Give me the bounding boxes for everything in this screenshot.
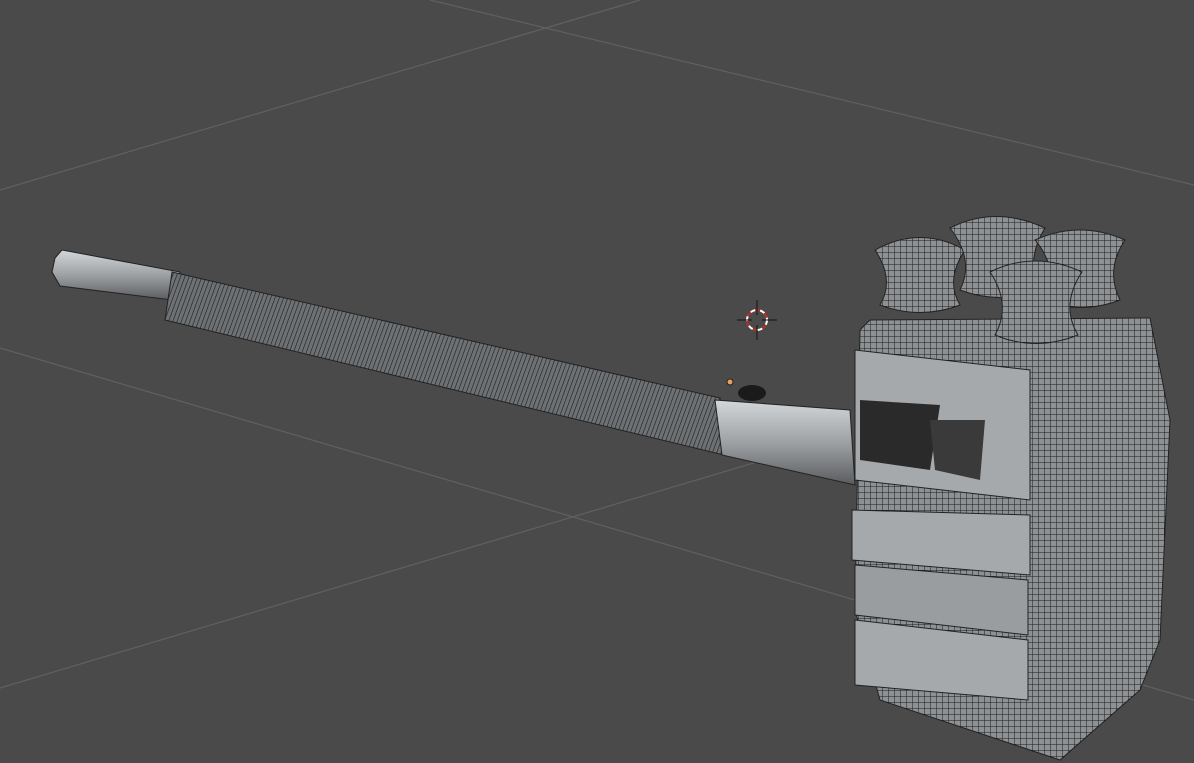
object-origin-icon: [726, 378, 734, 386]
3d-cursor-icon[interactable]: [737, 300, 777, 340]
3d-viewport[interactable]: [0, 0, 1194, 763]
hammer-head[interactable]: [851, 317, 1171, 761]
hammer-handle[interactable]: [51, 249, 856, 486]
handle-knob: [738, 385, 766, 401]
viewport-canvas[interactable]: [0, 0, 1194, 763]
